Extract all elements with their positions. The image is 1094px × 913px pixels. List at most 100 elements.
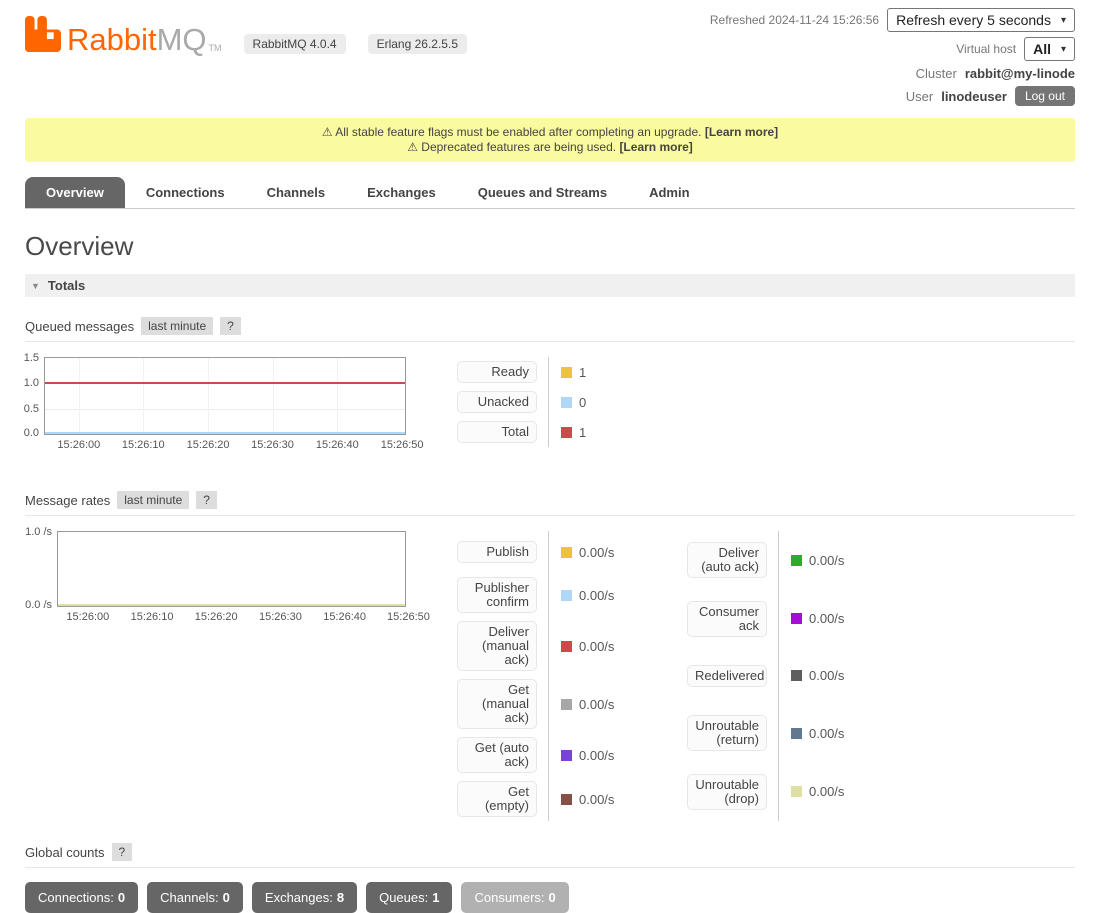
- rates-help-icon[interactable]: ?: [196, 491, 217, 509]
- queued-help-icon[interactable]: ?: [220, 317, 241, 335]
- deliver-auto-ack-color-swatch: [791, 555, 802, 566]
- warning-banner: ⚠ All stable feature flags must be enabl…: [25, 118, 1075, 162]
- y-axis-tick: 1.0: [24, 377, 39, 389]
- get-auto-ack-color-swatch: [561, 750, 572, 761]
- warning-icon: ⚠: [407, 140, 418, 154]
- virtual-host-select[interactable]: All ▾: [1024, 37, 1075, 61]
- cluster-label: Cluster: [916, 66, 957, 81]
- legend-label-publisher-confirm[interactable]: Publisher confirm: [457, 577, 537, 613]
- exchanges-count-label: Exchanges:: [265, 890, 333, 905]
- chevron-down-icon: ▾: [1061, 44, 1066, 55]
- collapse-triangle-icon: ▼: [31, 281, 40, 291]
- unroutable-return-color-swatch: [791, 728, 802, 739]
- rates-legend-right: Deliver (auto ack) 0.00/s Consumer ack 0…: [675, 531, 887, 821]
- rates-period-badge[interactable]: last minute: [117, 491, 189, 509]
- x-axis-tick: 15:26:20: [187, 439, 230, 451]
- legend-label-deliver-auto-ack[interactable]: Deliver (auto ack): [687, 542, 767, 578]
- tab-overview[interactable]: Overview: [25, 177, 125, 208]
- unacked-value: 0: [579, 395, 586, 410]
- consumers-count-label: Consumers:: [474, 890, 544, 905]
- brand-mq: MQ: [157, 25, 207, 55]
- ready-color-swatch: [561, 367, 572, 378]
- legend-label-total[interactable]: Total: [457, 421, 537, 443]
- page-title: Overview: [25, 231, 1075, 262]
- redelivered-color-swatch: [791, 670, 802, 681]
- gridline: [79, 358, 80, 434]
- x-axis-tick: 15:26:40: [323, 611, 366, 623]
- tab-admin[interactable]: Admin: [628, 177, 710, 208]
- global-counts-title: Global counts: [25, 845, 105, 860]
- channels-count-label: Channels:: [160, 890, 219, 905]
- tab-exchanges[interactable]: Exchanges: [346, 177, 457, 208]
- legend-label-get-auto-ack[interactable]: Get (auto ack): [457, 737, 537, 773]
- exchanges-count-button[interactable]: Exchanges: 8: [252, 882, 357, 913]
- rabbitmq-version-badge: RabbitMQ 4.0.4: [244, 34, 346, 54]
- rabbitmq-logo[interactable]: Rabbit MQ TM: [25, 16, 222, 55]
- learn-more-link-1[interactable]: [Learn more]: [705, 125, 778, 139]
- legend-label-redelivered[interactable]: Redelivered: [687, 665, 767, 687]
- learn-more-link-2[interactable]: [Learn more]: [619, 140, 692, 154]
- legend-label-get-manual-ack[interactable]: Get (manual ack): [457, 679, 537, 729]
- totals-section-toggle[interactable]: ▼ Totals: [25, 274, 1075, 297]
- gridline: [273, 358, 274, 434]
- tab-channels[interactable]: Channels: [246, 177, 347, 208]
- legend-label-publish[interactable]: Publish: [457, 541, 537, 563]
- warning-line-2: ⚠ Deprecated features are being used. [L…: [35, 140, 1065, 155]
- legend-label-consumer-ack[interactable]: Consumer ack: [687, 601, 767, 637]
- publish-color-swatch: [561, 547, 572, 558]
- logout-button[interactable]: Log out: [1015, 86, 1075, 106]
- consumers-count-value: 0: [549, 890, 556, 905]
- user-name: linodeuser: [941, 89, 1007, 104]
- warning-line-1: ⚠ All stable feature flags must be enabl…: [35, 125, 1065, 140]
- global-counts-heading: Global counts ?: [25, 843, 1075, 868]
- unroutable-drop-color-swatch: [791, 786, 802, 797]
- queued-period-badge[interactable]: last minute: [141, 317, 213, 335]
- queued-messages-legend: Ready 1 Unacked 0 Total 1: [445, 357, 657, 447]
- totals-label: Totals: [48, 278, 85, 293]
- legend-label-unroutable-return[interactable]: Unroutable (return): [687, 715, 767, 751]
- x-axis-tick: 15:26:20: [195, 611, 238, 623]
- message-rates-heading: Message rates last minute ?: [25, 491, 1075, 516]
- tab-connections[interactable]: Connections: [125, 177, 246, 208]
- refresh-interval-value: Refresh every 5 seconds: [896, 12, 1051, 28]
- tab-queues-and-streams[interactable]: Queues and Streams: [457, 177, 628, 208]
- warning-icon: ⚠: [322, 125, 333, 139]
- y-axis-tick: 1.0 /s: [25, 526, 52, 538]
- y-axis-tick: 0.0 /s: [25, 599, 52, 611]
- get-auto-ack-rate: 0.00/s: [579, 748, 614, 763]
- legend-label-unroutable-drop[interactable]: Unroutable (drop): [687, 774, 767, 810]
- unacked-series-line: [45, 432, 405, 434]
- y-axis-tick: 0.0: [24, 427, 39, 439]
- channels-count-button[interactable]: Channels:0: [147, 882, 243, 913]
- queued-messages-section: Queued messages last minute ? 1.5 1.0 0.…: [25, 317, 1075, 461]
- legend-label-get-empty[interactable]: Get (empty): [457, 781, 537, 817]
- connections-count-button[interactable]: Connections:0: [25, 882, 138, 913]
- refreshed-timestamp: Refreshed 2024-11-24 15:26:56: [710, 13, 879, 27]
- warning-text-2: Deprecated features are being used.: [421, 140, 616, 154]
- legend-label-unacked[interactable]: Unacked: [457, 391, 537, 413]
- cluster-name: rabbit@my-linode: [965, 66, 1075, 81]
- redelivered-rate: 0.00/s: [809, 668, 844, 683]
- y-axis-tick: 1.5: [24, 352, 39, 364]
- x-axis-tick: 15:26:50: [381, 439, 424, 451]
- gridline: [337, 358, 338, 434]
- virtual-host-label: Virtual host: [956, 42, 1016, 56]
- unroutable-drop-rate: 0.00/s: [809, 784, 844, 799]
- message-rates-section: Message rates last minute ? 1.0 /s 0.0 /…: [25, 491, 1075, 821]
- consumer-ack-rate: 0.00/s: [809, 611, 844, 626]
- global-counts-help-icon[interactable]: ?: [112, 843, 133, 861]
- queued-messages-title: Queued messages: [25, 319, 134, 334]
- refresh-interval-select[interactable]: Refresh every 5 seconds ▾: [887, 8, 1075, 32]
- brand-rabbit: Rabbit: [67, 25, 157, 55]
- x-axis-tick: 15:26:30: [259, 611, 302, 623]
- legend-label-ready[interactable]: Ready: [457, 361, 537, 383]
- virtual-host-value: All: [1033, 41, 1051, 57]
- queues-count-label: Queues:: [379, 890, 428, 905]
- queues-count-button[interactable]: Queues:1: [366, 882, 452, 913]
- legend-label-deliver-manual-ack[interactable]: Deliver (manual ack): [457, 621, 537, 671]
- publisher-confirm-color-swatch: [561, 590, 572, 601]
- exchanges-count-value: 8: [337, 890, 344, 905]
- zero-rate-series-line: [58, 604, 405, 606]
- get-empty-color-swatch: [561, 794, 572, 805]
- user-label: User: [906, 89, 933, 104]
